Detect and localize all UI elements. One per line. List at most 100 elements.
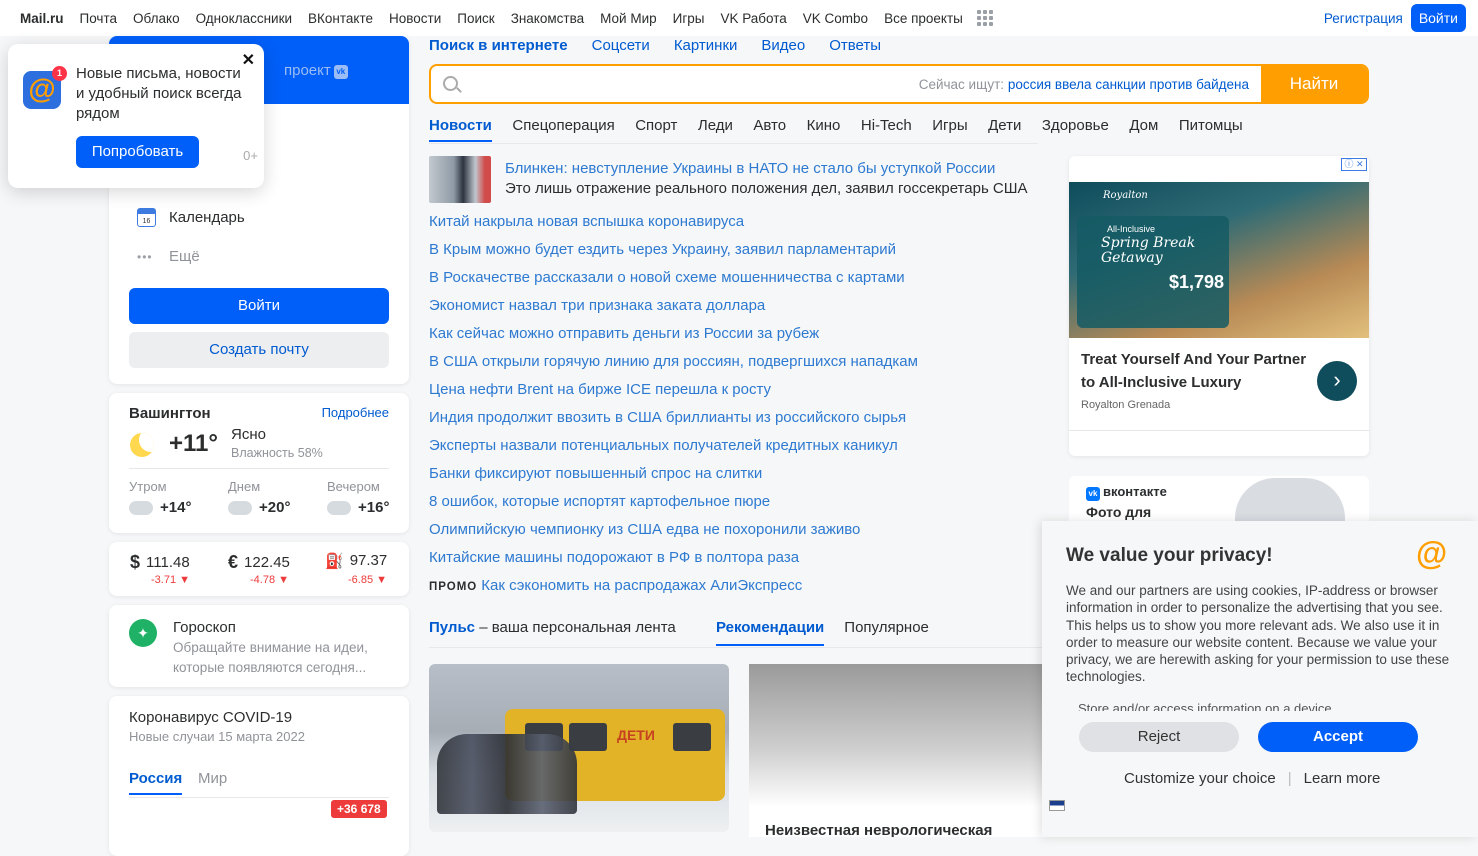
news-link[interactable]: В Роскачестве рассказали о новой схеме м… [429, 268, 918, 296]
search-button[interactable]: Найти [1261, 66, 1367, 102]
weather-more-link[interactable]: Подробнее [322, 405, 389, 420]
nav-link-vk-combo[interactable]: VK Combo [803, 11, 868, 26]
calendar-link[interactable]: 16 Календарь [137, 208, 245, 227]
news-link[interactable]: В Крым можно будет ездить через Украину,… [429, 240, 918, 268]
register-link[interactable]: Регистрация [1324, 11, 1403, 26]
weather-condition: Ясно [231, 426, 266, 443]
divider [1069, 430, 1369, 431]
calendar-icon: 16 [137, 208, 156, 227]
trending-hint: Сейчас ищут: россия ввела санкции против… [919, 77, 1249, 92]
pulse-title[interactable]: Пульс [429, 619, 475, 636]
learn-more-link[interactable]: Learn more [1304, 770, 1381, 787]
nav-link-cloud[interactable]: Облако [133, 11, 180, 26]
chevron-right-icon[interactable]: › [1317, 361, 1357, 401]
divider [429, 143, 1038, 144]
tab-kids[interactable]: Дети [988, 117, 1021, 142]
currency-rates-widget[interactable]: $111.48 -3.71 ▼ €122.45 -4.78 ▼ ⛽ 97.37 -… [109, 542, 409, 596]
news-link[interactable]: Цена нефти Brent на бирже ICE перешла к … [429, 380, 918, 408]
nav-link-mail[interactable]: Почта [80, 11, 118, 26]
vk-icon: vk [1086, 487, 1100, 501]
news-link[interactable]: Индия продолжит ввозить в США бриллианты… [429, 408, 918, 436]
trending-query-link[interactable]: россия ввела санкции против байдена [1008, 77, 1249, 92]
horoscope-widget[interactable]: ✦ Гороскоп Обращайте внимание на идеи, к… [109, 605, 409, 687]
nav-link-vk-work[interactable]: VK Работа [720, 11, 786, 26]
top-nav: Mail.ru Почта Облако Одноклассники ВКонт… [20, 10, 1009, 26]
feed-card[interactable]: Неизвестная неврологическая [749, 664, 1049, 837]
tab-special-operation[interactable]: Спецоперация [512, 117, 614, 142]
ad-banner[interactable]: Royalton All-Inclusive Spring Break Geta… [1069, 156, 1369, 456]
promo-label: ПРОМО [429, 581, 478, 593]
ad-headline[interactable]: Treat Yourself And Your Partner to All-I… [1081, 348, 1311, 394]
news-link[interactable]: Эксперты назвали потенциальных получател… [429, 436, 918, 464]
search-input[interactable]: Сейчас ищут: россия ввела санкции против… [429, 64, 1369, 104]
ad-image[interactable]: Royalton All-Inclusive Spring Break Geta… [1069, 182, 1369, 338]
try-button[interactable]: Попробовать [76, 136, 199, 168]
news-link[interactable]: Китай накрыла новая вспышка коронавируса [429, 212, 918, 240]
tab-news[interactable]: Новости [429, 117, 492, 142]
tab-cinema[interactable]: Кино [807, 117, 841, 142]
news-link[interactable]: Как сейчас можно отправить деньги из Рос… [429, 324, 918, 352]
tab-auto[interactable]: Авто [753, 117, 786, 142]
tab-games[interactable]: Игры [932, 117, 967, 142]
ad-choices-icon[interactable]: ⓘ ✕ [1341, 158, 1367, 171]
tab-hitech[interactable]: Hi-Tech [861, 117, 912, 142]
promo-news-link[interactable]: Как сэкономить на распродажах АлиЭкспрес… [481, 577, 802, 594]
privacy-links: Customize your choice | Learn more [1124, 770, 1380, 787]
news-link[interactable]: Банки фиксируют повышенный спрос на слит… [429, 464, 918, 492]
feed-card-title[interactable]: Неизвестная неврологическая [765, 822, 992, 837]
top-news-headline[interactable]: Блинкен: невступление Украины в НАТО не … [505, 160, 995, 177]
rate-eur[interactable]: €122.45 -4.78 ▼ [228, 552, 290, 586]
create-mail-button[interactable]: Создать почту [129, 332, 389, 368]
tab-social[interactable]: Соцсети [592, 37, 650, 54]
news-link[interactable]: Экономист назвал три признака заката дол… [429, 296, 918, 324]
accept-button[interactable]: Accept [1258, 722, 1418, 752]
nav-link-all-projects[interactable]: Все проекты [884, 11, 963, 26]
search-tabs: Поиск в интернете Соцсети Картинки Видео… [429, 37, 905, 54]
news-link[interactable]: Олимпийскую чемпионку из США едва не пох… [429, 520, 918, 548]
brand-link[interactable]: Mail.ru [20, 11, 64, 26]
rate-value: 97.37 [349, 552, 388, 569]
moon-icon [130, 433, 154, 457]
nav-link-search[interactable]: Поиск [457, 11, 494, 26]
apps-grid-icon[interactable] [976, 10, 993, 26]
rate-usd[interactable]: $111.48 -3.71 ▼ [130, 552, 190, 586]
tab-home[interactable]: Дом [1129, 117, 1158, 142]
tab-popular[interactable]: Популярное [844, 619, 929, 646]
tab-lady[interactable]: Леди [698, 117, 733, 142]
news-link[interactable]: 8 ошибок, которые испортят картофельное … [429, 492, 918, 520]
nav-link-ok[interactable]: Одноклассники [196, 11, 292, 26]
top-nav-bar: Mail.ru Почта Облако Одноклассники ВКонт… [0, 0, 1478, 36]
tab-russia[interactable]: Россия [129, 770, 183, 795]
news-link[interactable]: Китайские машины подорожают в РФ в полто… [429, 548, 918, 576]
tab-health[interactable]: Здоровье [1042, 117, 1109, 142]
language-flag-icon[interactable] [1049, 800, 1065, 811]
promo-news-item[interactable]: ПРОМО Как сэкономить на распродажах АлиЭк… [429, 576, 918, 604]
mail-login-button[interactable]: Войти [129, 288, 389, 324]
news-thumbnail[interactable] [429, 156, 491, 203]
nav-link-vk[interactable]: ВКонтакте [308, 11, 373, 26]
nav-link-news[interactable]: Новости [389, 11, 441, 26]
tab-video[interactable]: Видео [761, 37, 805, 54]
feed-card-image[interactable]: ДЕТИ [429, 664, 729, 832]
tab-sport[interactable]: Спорт [635, 117, 677, 142]
divider [129, 797, 389, 798]
rate-change: -3.71 ▼ [151, 574, 191, 586]
tab-pets[interactable]: Питомцы [1179, 117, 1243, 142]
news-link[interactable]: В США открыли горячую линию для россиян,… [429, 352, 918, 380]
more-link[interactable]: ••• Ещё [137, 248, 200, 265]
nav-link-dating[interactable]: Знакомства [511, 11, 584, 26]
tab-world[interactable]: Мир [198, 770, 227, 787]
nav-link-games[interactable]: Игры [673, 11, 705, 26]
tab-answers[interactable]: Ответы [829, 37, 881, 54]
calendar-label: Календарь [169, 209, 245, 226]
customize-link[interactable]: Customize your choice [1124, 770, 1276, 787]
reject-button[interactable]: Reject [1079, 722, 1239, 752]
tab-recommendations[interactable]: Рекомендации [716, 619, 825, 646]
rate-oil[interactable]: ⛽ 97.37 -6.85 ▼ [325, 552, 388, 586]
tab-images[interactable]: Картинки [674, 37, 738, 54]
vk-ad-banner[interactable]: vk вконтакте Фото для [1069, 476, 1369, 526]
close-icon[interactable]: ✕ [242, 50, 255, 70]
tab-web-search[interactable]: Поиск в интернете [429, 37, 568, 54]
nav-link-myworld[interactable]: Мой Мир [600, 11, 657, 26]
top-login-button[interactable]: Войти [1410, 4, 1466, 32]
